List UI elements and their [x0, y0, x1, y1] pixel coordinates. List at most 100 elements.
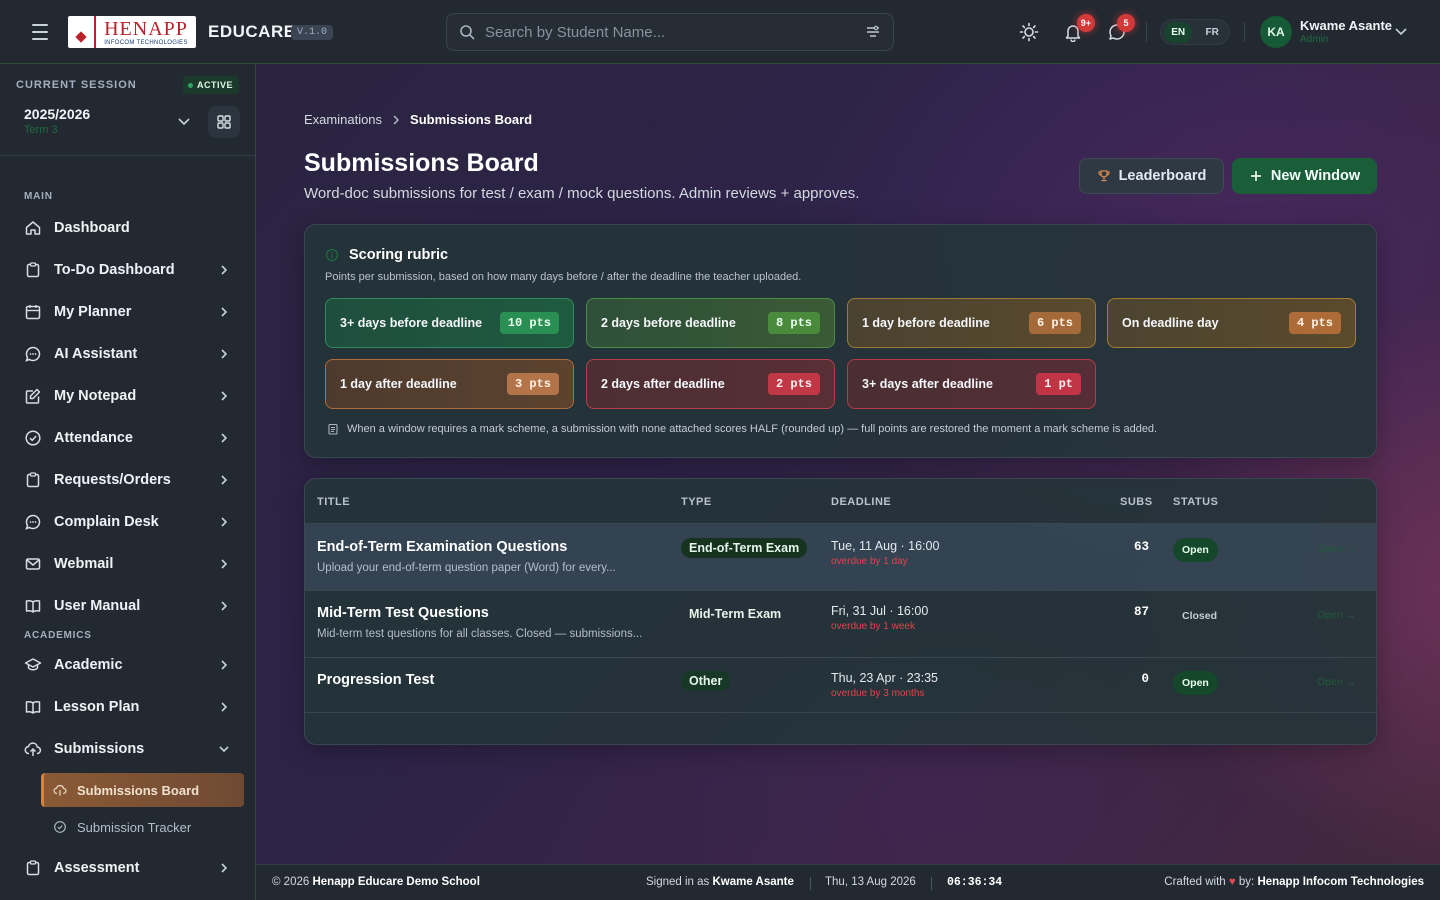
- logo-sub-text: INFOCOM TECHNOLOGIES: [104, 39, 188, 46]
- sidebar-item-label: Complain Desk: [54, 514, 159, 530]
- user-avatar[interactable]: KA: [1260, 16, 1292, 48]
- rubric-note-text: When a window requires a mark scheme, a …: [347, 423, 1158, 435]
- filter-icon[interactable]: [865, 24, 881, 40]
- apps-grid-button[interactable]: [208, 106, 240, 138]
- messages-chat-icon[interactable]: 5: [1105, 14, 1135, 44]
- row-subs-count: 63: [1133, 540, 1149, 554]
- column-header-status[interactable]: STATUS: [1173, 496, 1218, 508]
- sidebar-item-label: User Manual: [54, 598, 141, 614]
- sidebar-item-requests[interactable]: Requests/Orders: [16, 462, 240, 498]
- sidebar-item-ai-assistant[interactable]: AI Assistant: [16, 336, 240, 372]
- footer-credits: Crafted with ♥ by: Henapp Infocom Techno…: [1164, 876, 1424, 888]
- sidebar-item-label: Dashboard: [54, 220, 130, 236]
- footer-signed-user: Kwame Asante: [712, 876, 794, 888]
- session-label: CURRENT SESSION: [16, 79, 137, 91]
- sidebar-item-todo[interactable]: To-Do Dashboard: [16, 252, 240, 288]
- column-header-subs[interactable]: SUBS: [1120, 496, 1153, 508]
- rubric-note: When a window requires a mark scheme, a …: [327, 423, 1157, 435]
- row-type-badge: Mid-Term Exam: [689, 607, 782, 621]
- sidebar-item-label: My Planner: [54, 304, 132, 320]
- row-subs-count: 87: [1133, 605, 1149, 619]
- open-book-icon: [24, 597, 42, 615]
- logo-main-text: HENAPP: [104, 17, 188, 40]
- chevron-right-icon: [221, 702, 228, 712]
- lang-fr-option[interactable]: FR: [1198, 22, 1225, 43]
- sidebar-item-complain-desk[interactable]: Complain Desk: [16, 504, 240, 540]
- menu-toggle-icon[interactable]: [28, 22, 52, 42]
- session-chevron-down-icon[interactable]: [177, 116, 191, 128]
- theme-toggle-sun-icon[interactable]: [1017, 20, 1041, 44]
- notifications-badge: 9+: [1076, 14, 1095, 32]
- sidebar-item-webmail[interactable]: Webmail: [16, 546, 240, 582]
- table-row[interactable]: End-of-Term Examination Questions Upload…: [305, 523, 1376, 590]
- chevron-right-icon: [221, 433, 228, 443]
- clipboard-icon: [24, 859, 42, 877]
- sidebar-subitem-submission-tracker[interactable]: Submission Tracker: [41, 810, 244, 844]
- sidebar-item-user-manual[interactable]: User Manual: [16, 588, 240, 624]
- sidebar-item-assessment[interactable]: Assessment: [16, 850, 240, 886]
- cloud-upload-icon: [53, 783, 67, 797]
- lang-en-option[interactable]: EN: [1164, 21, 1193, 43]
- sidebar-item-notepad[interactable]: My Notepad: [16, 378, 240, 414]
- header-divider: [1244, 22, 1245, 42]
- session-year[interactable]: 2025/2026: [24, 106, 90, 122]
- sidebar-subitem-label: Submission Tracker: [77, 819, 192, 835]
- new-window-button[interactable]: New Window: [1232, 158, 1377, 194]
- footer-company-link[interactable]: Henapp Infocom Technologies: [1257, 876, 1424, 888]
- rubric-tier-points: 2 pts: [767, 373, 820, 395]
- sidebar-item-label: Lesson Plan: [54, 699, 140, 715]
- search-icon: [460, 25, 475, 40]
- footer-crafted-by: by:: [1238, 876, 1255, 888]
- sidebar-item-lesson-plan[interactable]: Lesson Plan: [16, 689, 240, 725]
- table-row[interactable]: Mid-Term Test Questions Mid-term test qu…: [305, 590, 1376, 657]
- sidebar-item-planner[interactable]: My Planner: [16, 294, 240, 330]
- page-title: Submissions Board: [304, 149, 539, 177]
- rubric-subtitle: Points per submission, based on how many…: [325, 271, 802, 283]
- row-title[interactable]: End-of-Term Examination Questions: [317, 539, 567, 555]
- column-header-title[interactable]: TITLE: [317, 496, 350, 508]
- sidebar-item-attendance[interactable]: Attendance: [16, 420, 240, 456]
- rubric-tier: 1 day after deadline 3 pts: [325, 359, 574, 409]
- breadcrumb: Examinations Submissions Board: [304, 112, 532, 127]
- rubric-tier: 2 days after deadline 2 pts: [586, 359, 835, 409]
- row-open-link[interactable]: Open →: [1317, 543, 1356, 555]
- row-overdue: overdue by 3 months: [831, 688, 925, 699]
- rubric-tier-points: 10 pts: [499, 312, 559, 334]
- row-title[interactable]: Mid-Term Test Questions: [317, 605, 489, 621]
- nav-section-main: MAIN: [24, 191, 53, 202]
- submission-windows-table: TITLE TYPE DEADLINE SUBS STATUS End-of-T…: [304, 478, 1377, 745]
- row-subs-count: 0: [1141, 672, 1149, 686]
- row-overdue: overdue by 1 day: [831, 556, 908, 567]
- sidebar-item-dashboard[interactable]: Dashboard: [16, 210, 240, 246]
- footer-divider: [810, 877, 811, 890]
- row-title[interactable]: Progression Test: [317, 672, 434, 688]
- sidebar-item-academic[interactable]: Academic: [16, 647, 240, 683]
- leaderboard-button[interactable]: Leaderboard: [1079, 158, 1224, 194]
- chevron-right-icon: [221, 660, 228, 670]
- sidebar-subitem-submissions-board[interactable]: Submissions Board: [41, 773, 244, 807]
- table-row[interactable]: Progression Test Other Thu, 23 Apr · 23:…: [305, 657, 1376, 712]
- breadcrumb-parent-link[interactable]: Examinations: [304, 112, 382, 127]
- rubric-tier: 1 day before deadline 6 pts: [847, 298, 1096, 348]
- sidebar-item-label: Assessment: [54, 860, 140, 876]
- rubric-tier-label: 3+ days after deadline: [862, 377, 993, 391]
- sidebar-item-submissions[interactable]: Submissions: [16, 731, 240, 767]
- column-header-type[interactable]: TYPE: [681, 496, 712, 508]
- user-name[interactable]: Kwame Asante: [1300, 18, 1392, 33]
- chevron-right-icon: [221, 601, 228, 611]
- column-header-deadline[interactable]: DEADLINE: [831, 496, 891, 508]
- user-menu-chevron-down-icon[interactable]: [1394, 26, 1408, 38]
- search-input[interactable]: [475, 14, 865, 50]
- notifications-bell-icon[interactable]: 9+: [1061, 14, 1095, 44]
- page-subtitle: Word-doc submissions for test / exam / m…: [304, 185, 860, 202]
- row-type-badge: End-of-Term Exam: [681, 538, 808, 558]
- company-logo[interactable]: HENAPP INFOCOM TECHNOLOGIES: [68, 16, 196, 48]
- messages-badge: 5: [1117, 14, 1135, 32]
- footer: © 2026 Henapp Educare Demo School Signed…: [256, 864, 1440, 900]
- row-open-link[interactable]: Open →: [1317, 609, 1356, 621]
- row-open-link[interactable]: Open →: [1317, 676, 1356, 688]
- footer-date: Thu, 13 Aug 2026: [825, 876, 916, 888]
- new-window-button-label: New Window: [1270, 168, 1361, 184]
- edit-note-icon: [24, 387, 42, 405]
- top-header: HENAPP INFOCOM TECHNOLOGIES EDUCARE V.1.…: [0, 0, 1440, 64]
